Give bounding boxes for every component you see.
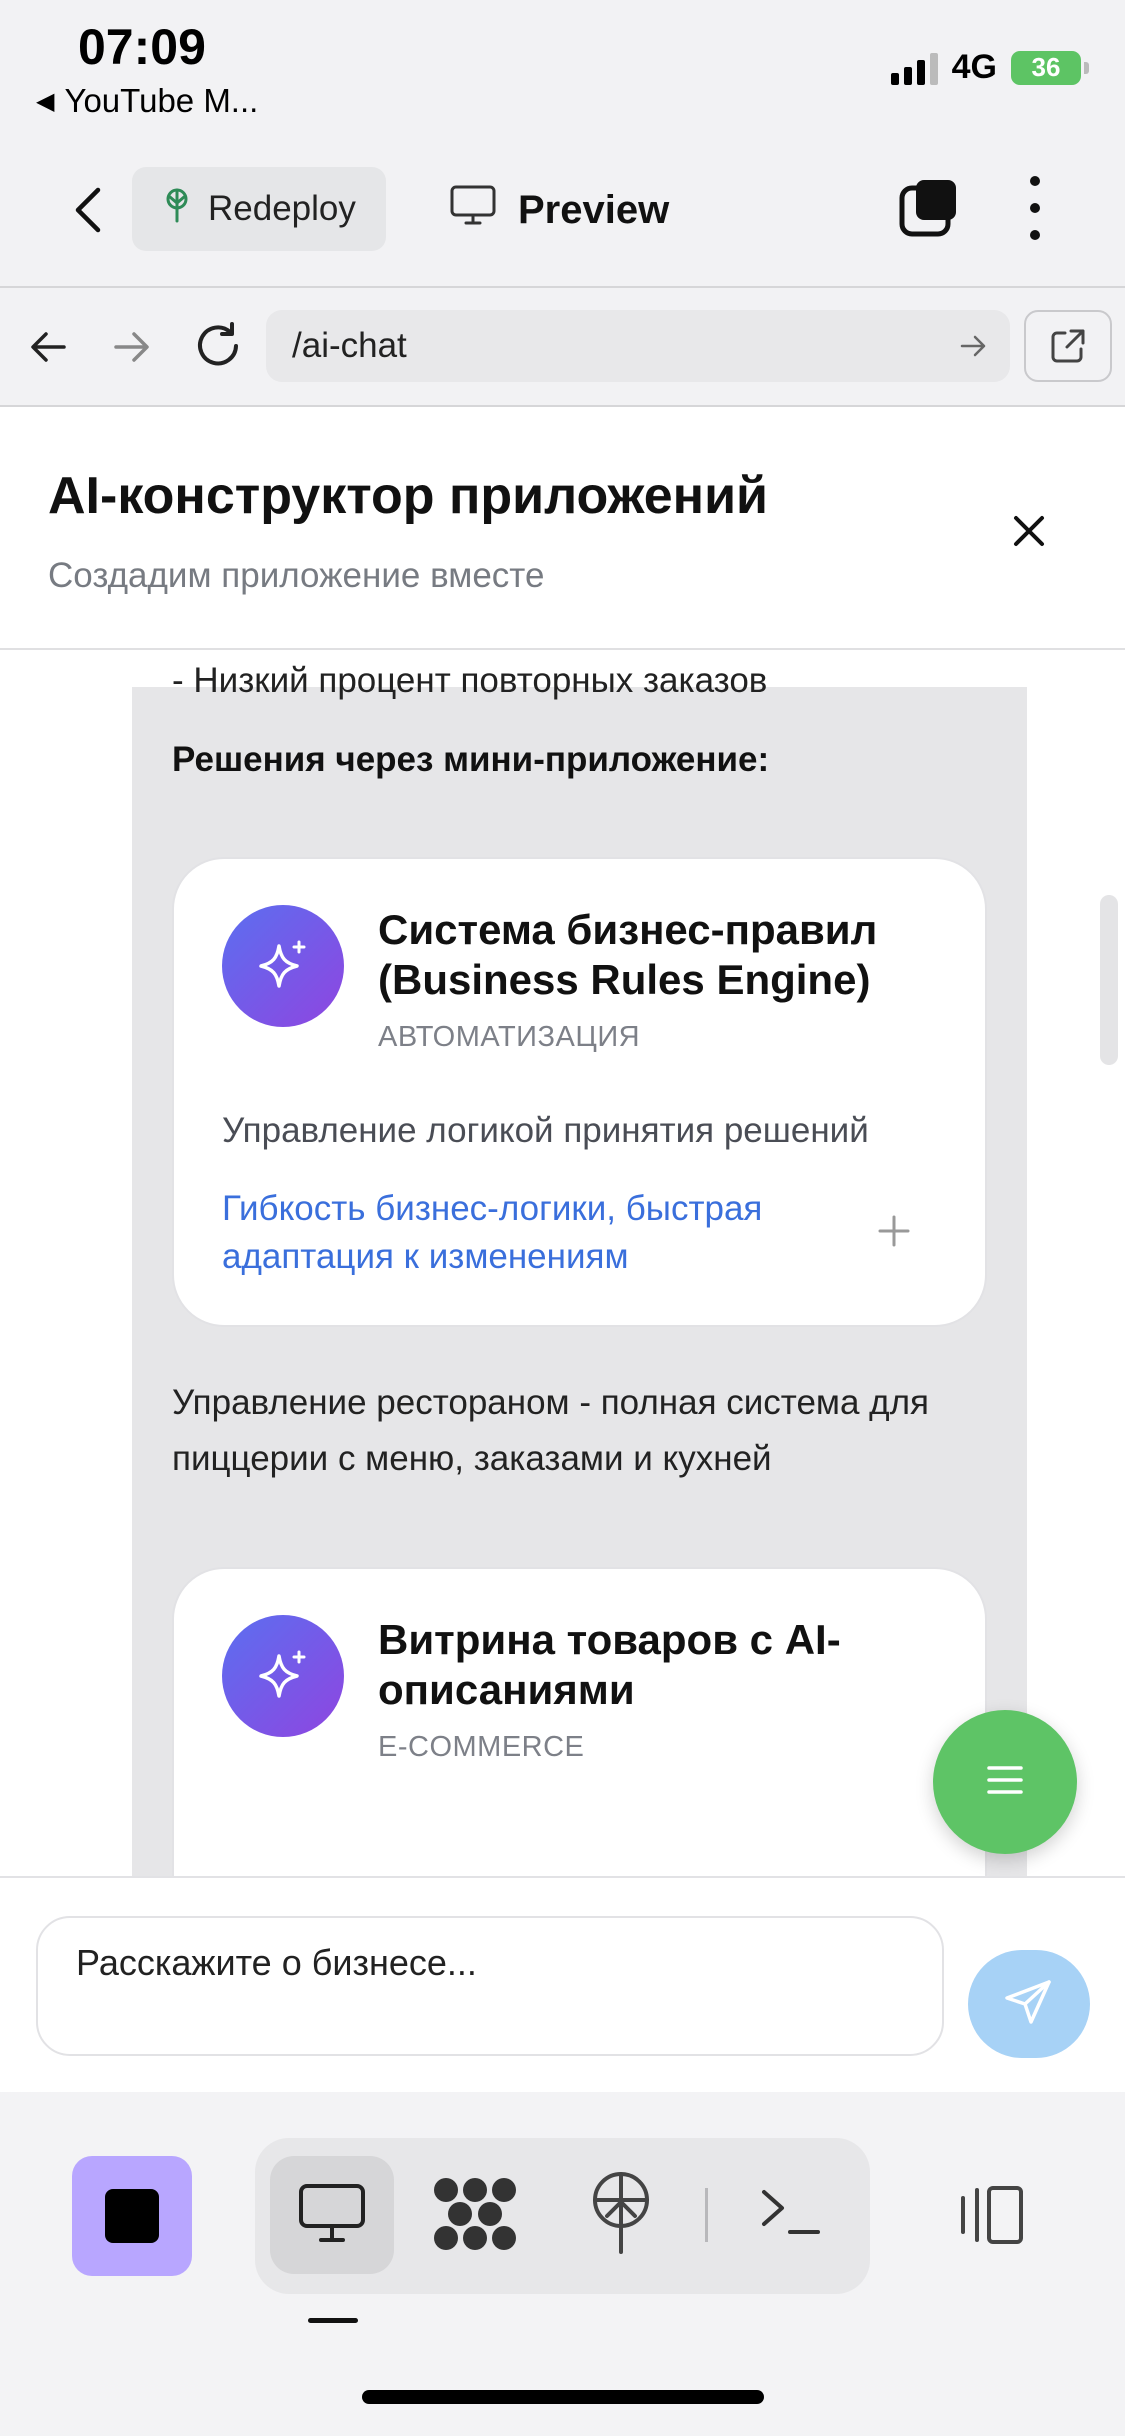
stop-button[interactable] xyxy=(72,2156,192,2276)
url-text: /ai-chat xyxy=(292,326,407,365)
close-icon[interactable] xyxy=(1006,508,1052,554)
battery-level: 36 xyxy=(1031,52,1061,82)
sparkles-icon xyxy=(222,1615,344,1737)
card-title: Система бизнес-правил (Business Rules En… xyxy=(378,906,878,1003)
arrow-right-icon[interactable] xyxy=(112,322,152,372)
network-label: 4G xyxy=(951,48,997,86)
arrow-left-icon[interactable] xyxy=(28,322,68,372)
sparkles-icon xyxy=(222,905,344,1027)
deploy-icon[interactable] xyxy=(585,2170,657,2256)
scrollbar[interactable] xyxy=(1100,895,1118,1065)
preview-button[interactable]: Preview xyxy=(450,175,669,245)
url-bar[interactable]: /ai-chat xyxy=(266,310,1010,382)
battery-icon: 36 xyxy=(1011,50,1089,85)
monitor-icon xyxy=(450,185,496,235)
menu-fab-button[interactable] xyxy=(933,1710,1077,1854)
menu-icon xyxy=(985,1764,1025,1801)
reload-icon[interactable] xyxy=(192,320,244,372)
desktop-view-button[interactable] xyxy=(270,2156,394,2274)
card-benefit: Гибкость бизнес-логики, быстрая адаптаци… xyxy=(222,1189,763,1276)
preview-label: Preview xyxy=(518,187,670,232)
tree-icon xyxy=(162,187,192,232)
chat-messages[interactable]: - Низкий процент повторных заказов Решен… xyxy=(0,650,1125,1876)
signal-icon xyxy=(890,51,938,85)
arrow-right-small-icon[interactable] xyxy=(958,330,988,360)
panels-icon[interactable] xyxy=(955,2184,1027,2246)
stop-icon xyxy=(105,2189,159,2243)
card-description: Управление логикой принятия решений xyxy=(222,1111,869,1150)
redeploy-button[interactable]: Redeploy xyxy=(132,167,386,251)
page-title: AI-конструктор приложений xyxy=(48,467,769,525)
divider xyxy=(705,2188,708,2242)
back-to-app-link[interactable]: ◀ YouTube M... xyxy=(36,82,258,120)
back-app-label: YouTube M... xyxy=(64,82,259,119)
message-heading: Решения через мини-приложение: xyxy=(172,740,770,779)
message-text: Управление рестораном - полная система д… xyxy=(172,1383,929,1478)
desktop-icon xyxy=(297,2182,367,2249)
nodes-icon[interactable] xyxy=(430,2174,520,2254)
app-header xyxy=(0,407,1125,649)
redeploy-label: Redeploy xyxy=(208,189,356,228)
more-vertical-icon[interactable] xyxy=(1020,176,1050,240)
active-tab-indicator xyxy=(308,2318,358,2323)
terminal-icon[interactable] xyxy=(758,2182,824,2242)
status-time: 07:09 xyxy=(78,19,206,75)
message-text: - Низкий процент повторных заказов xyxy=(172,661,768,700)
home-indicator[interactable] xyxy=(362,2390,764,2404)
stack-icon[interactable] xyxy=(898,178,960,240)
app-suggestion-card[interactable]: Система бизнес-правил (Business Rules En… xyxy=(172,857,987,1327)
card-title: Витрина товаров с AI-описаниями xyxy=(378,1616,841,1713)
app-suggestion-card[interactable]: Витрина товаров с AI-описаниями E-COMMER… xyxy=(172,1567,987,1876)
page-subtitle: Создадим приложение вместе xyxy=(48,556,545,595)
assistant-message: - Низкий процент повторных заказов Решен… xyxy=(132,661,1027,1876)
divider xyxy=(0,286,1125,288)
external-link-icon[interactable] xyxy=(1024,310,1112,382)
status-indicators: 4G 36 xyxy=(890,48,1089,87)
card-category: E-COMMERCE xyxy=(378,1731,585,1763)
card-category: АВТОМАТИЗАЦИЯ xyxy=(378,1021,641,1053)
chevron-left-icon[interactable] xyxy=(62,180,112,240)
send-icon xyxy=(1003,1976,1055,2033)
back-triangle-icon: ◀ xyxy=(36,87,55,115)
plus-icon[interactable] xyxy=(874,1211,914,1251)
send-button[interactable] xyxy=(968,1950,1090,2058)
message-input[interactable] xyxy=(36,1916,944,2056)
